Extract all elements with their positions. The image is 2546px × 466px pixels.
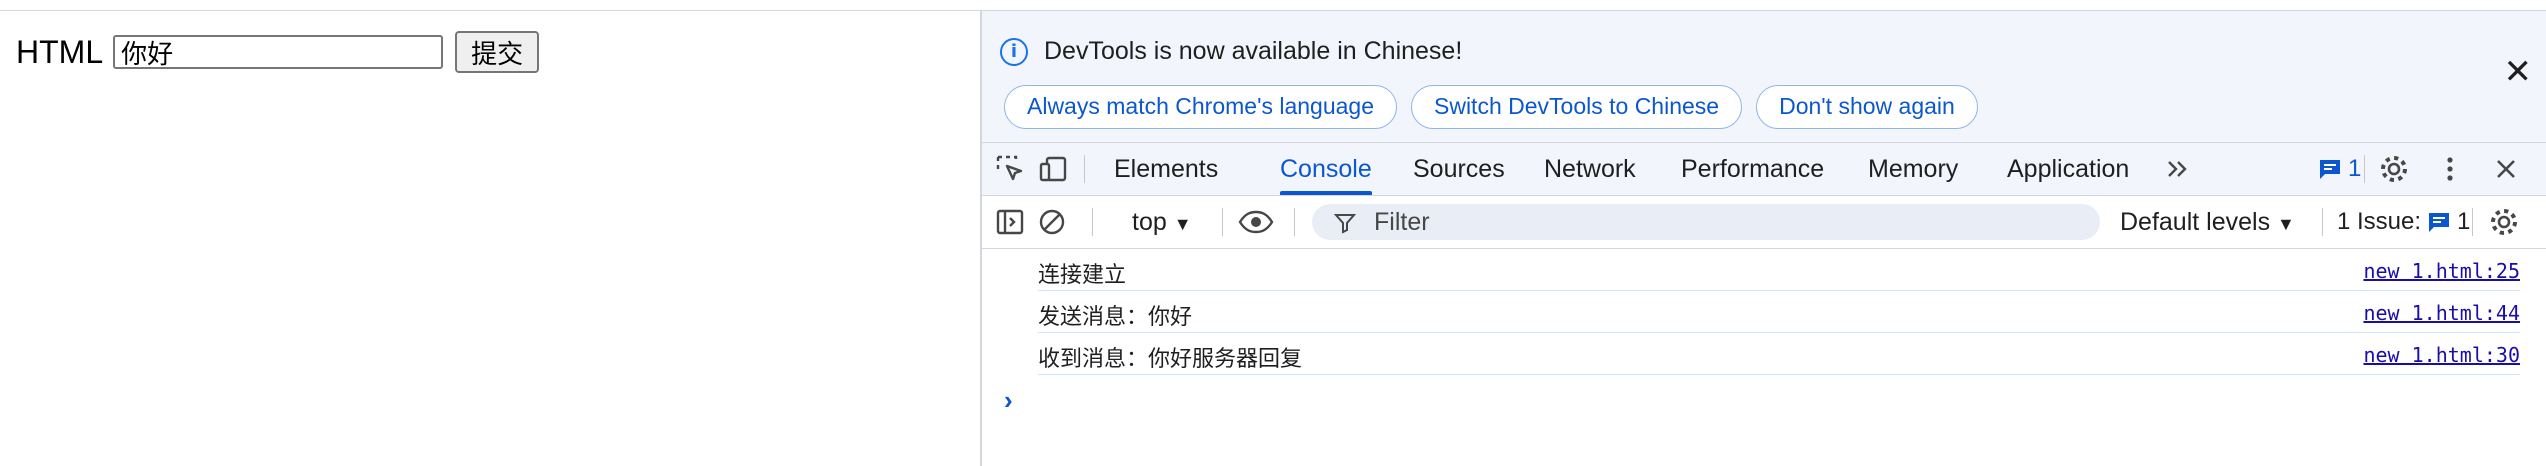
console-prompt-chevron-icon[interactable]: › — [1004, 385, 1013, 416]
filter-funnel-icon — [1334, 214, 1356, 234]
browser-top-edge — [0, 0, 2546, 11]
log-row: 收到消息：你好服务器回复 new 1.html:30 — [1038, 333, 2520, 375]
log-levels-dropdown[interactable]: Default levels ▼ — [2120, 196, 2295, 250]
toolbar-divider — [1092, 208, 1093, 236]
language-infobar: i DevTools is now available in Chinese! … — [982, 11, 2546, 143]
more-tabs-chevron-icon[interactable] — [2162, 153, 2194, 185]
toolbar-divider — [2472, 208, 2473, 236]
always-match-language-button[interactable]: Always match Chrome's language — [1004, 85, 1397, 129]
console-settings-gear-icon[interactable] — [2488, 206, 2520, 238]
toolbar-divider — [1294, 208, 1295, 236]
log-message: 连接建立 — [1038, 263, 1127, 288]
tab-sources[interactable]: Sources — [1413, 143, 1505, 195]
settings-gear-icon[interactable] — [2378, 153, 2410, 185]
info-icon: i — [1000, 38, 1028, 66]
toolbar-divider — [1084, 155, 1085, 183]
filter-placeholder: Filter — [1374, 208, 1430, 236]
close-icon[interactable]: ✕ — [2504, 55, 2533, 89]
tab-application[interactable]: Application — [2007, 143, 2129, 195]
message-icon — [2429, 213, 2450, 232]
context-value: top — [1132, 208, 1167, 236]
issues-count: 1 — [2457, 208, 2471, 235]
tab-console[interactable]: Console — [1280, 143, 1372, 195]
live-expression-eye-icon[interactable] — [1238, 206, 1274, 238]
console-output: 连接建立 new 1.html:25 发送消息：你好 new 1.html:44… — [982, 249, 2546, 415]
console-toolbar: top ▼ Filter Default levels ▼ 1 Issue: 1 — [982, 196, 2546, 249]
page-content: HTML 提交 — [0, 11, 979, 466]
log-row: 发送消息：你好 new 1.html:44 — [1038, 291, 2520, 333]
dont-show-again-button[interactable]: Don't show again — [1756, 85, 1978, 129]
toolbar-divider — [1222, 208, 1223, 236]
inspect-element-icon[interactable] — [994, 153, 1026, 185]
device-toolbar-icon[interactable] — [1038, 153, 1070, 185]
filter-input[interactable]: Filter — [1312, 204, 2100, 240]
message-icon — [2320, 160, 2340, 179]
log-levels-label: Default levels — [2120, 208, 2271, 236]
log-message: 发送消息：你好 — [1038, 305, 1193, 330]
log-source-link[interactable]: new 1.html:30 — [2363, 343, 2520, 367]
issues-message-badge[interactable]: 1 — [2318, 155, 2361, 183]
context-selector[interactable]: top ▼ — [1132, 196, 1192, 248]
infobar-message: DevTools is now available in Chinese! — [1044, 37, 1463, 65]
devtools-panel: i DevTools is now available in Chinese! … — [980, 11, 2546, 466]
tab-memory[interactable]: Memory — [1868, 143, 1958, 195]
log-message: 收到消息：你好服务器回复 — [1038, 347, 1303, 372]
issues-counter[interactable]: 1 Issue: 1 — [2337, 196, 2470, 248]
tab-elements[interactable]: Elements — [1114, 143, 1218, 195]
switch-to-chinese-button[interactable]: Switch DevTools to Chinese — [1411, 85, 1743, 129]
more-options-icon[interactable] — [2434, 153, 2466, 185]
dropdown-arrow-icon: ▼ — [1173, 214, 1192, 234]
infobar-buttons: Always match Chrome's language Switch De… — [1004, 85, 1978, 129]
html-label: HTML — [16, 33, 104, 70]
close-devtools-icon[interactable] — [2490, 153, 2522, 185]
message-input[interactable] — [113, 35, 444, 69]
issues-label: 1 Issue: — [2337, 208, 2422, 235]
tab-performance[interactable]: Performance — [1681, 143, 1824, 195]
submit-button[interactable]: 提交 — [455, 31, 540, 73]
clear-console-icon[interactable] — [1036, 206, 1068, 238]
log-source-link[interactable]: new 1.html:44 — [2363, 301, 2520, 325]
message-form: HTML 提交 — [16, 31, 540, 73]
toolbar-divider — [2364, 155, 2365, 183]
dropdown-arrow-icon: ▼ — [2277, 214, 2295, 234]
tab-network[interactable]: Network — [1544, 143, 1636, 195]
log-source-link[interactable]: new 1.html:25 — [2363, 259, 2520, 283]
sidebar-toggle-icon[interactable] — [994, 206, 1026, 238]
toolbar-divider — [2322, 208, 2323, 236]
devtools-tabbar: Elements Console Sources Network Perform… — [982, 143, 2546, 196]
issues-badge-count: 1 — [2348, 155, 2362, 182]
log-row: 连接建立 new 1.html:25 — [1038, 249, 2520, 291]
